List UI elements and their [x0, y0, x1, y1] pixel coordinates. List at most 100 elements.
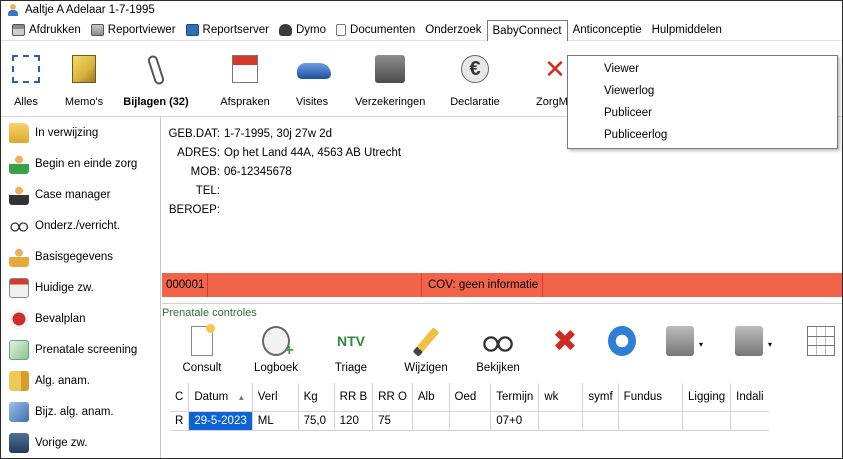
sidebar-item-basisgegevens[interactable]: Basisgegevens	[1, 241, 160, 272]
col-ligging[interactable]: Ligging	[682, 383, 732, 412]
col-termijn[interactable]: Termijn	[490, 383, 540, 412]
glasses-icon	[9, 215, 29, 236]
chevron-down-icon: ▾	[698, 340, 703, 349]
dropdown-item-viewer[interactable]: Viewer	[568, 58, 837, 80]
clock-add-icon	[262, 326, 294, 360]
sidebar-item-prenatale-screening[interactable]: Prenatale screening	[1, 334, 160, 365]
col-fundus[interactable]: Fundus	[618, 383, 684, 412]
pencil-icon	[412, 327, 440, 357]
logboek-button[interactable]: Logboek	[254, 322, 298, 380]
col-datum[interactable]: Datum ▲	[188, 383, 253, 412]
bekijken-button[interactable]: Bekijken	[476, 322, 520, 380]
person-green-icon	[9, 153, 29, 174]
col-verl[interactable]: Verl	[252, 383, 299, 412]
toolbar-bijlagen-button[interactable]: Bijlagen (32)	[123, 47, 189, 115]
cash-register-icon	[375, 55, 405, 83]
col-oed[interactable]: Oed	[449, 383, 492, 412]
euro-icon: €	[461, 55, 489, 83]
prenatal-toolbar: Consult Logboek NTV Triage Wijzigen Beki…	[162, 322, 842, 380]
sidebar-item-onderz-verricht[interactable]: Onderz./verricht.	[1, 210, 160, 241]
menu-hulpmiddelen[interactable]: Hulpmiddelen	[647, 20, 727, 40]
report-icon	[90, 23, 104, 36]
sidebar-item-begin-einde-zorg[interactable]: Begin en einde zorg	[1, 148, 160, 179]
table-row[interactable]: R 29-5-2023 ML 75,0 120 75 07+0	[170, 411, 769, 431]
books-icon	[9, 401, 29, 422]
menu-documenten[interactable]: Documenten	[331, 20, 420, 40]
patient-row-phone: TEL:	[195, 184, 220, 197]
col-alb[interactable]: Alb	[412, 383, 450, 412]
section-title: Prenatale controles	[162, 307, 257, 319]
col-rr-o[interactable]: RR O	[372, 383, 413, 412]
toolbar-alles-button[interactable]: Alles	[11, 47, 41, 115]
prenatal-table: C Datum ▲ Verl Kg RR B RR O Alb Oed Term…	[170, 383, 769, 431]
wijzigen-button[interactable]: Wijzigen	[404, 322, 448, 380]
status-code: 000001	[162, 273, 208, 297]
sidebar-item-alg-anam[interactable]: Alg. anam.	[1, 365, 160, 396]
calendar-icon	[232, 55, 258, 83]
toolbar-visites-button[interactable]: Visites	[296, 47, 331, 115]
col-c[interactable]: C	[170, 383, 190, 412]
toolbar-declaratie-button[interactable]: € Declaratie	[450, 47, 500, 115]
patient-row-mobile: MOB: 06-12345678	[190, 165, 292, 178]
print-icon	[12, 23, 25, 36]
chart-icon	[9, 339, 29, 360]
dropdown-item-publiceerlog[interactable]: Publiceerlog	[568, 124, 837, 146]
person-icon	[9, 246, 29, 267]
memo-icon	[72, 55, 96, 83]
menu-babyconnect[interactable]: BabyConnect	[486, 19, 568, 42]
toolbar-zorgma-button[interactable]: ✕ ZorgMa	[536, 47, 574, 115]
sidebar-item-huidige-zw[interactable]: Huidige zw.	[1, 272, 160, 303]
sort-ascending-icon: ▲	[237, 392, 246, 402]
pregnancy-icon	[9, 432, 29, 453]
dymo-icon	[279, 23, 292, 36]
col-indaling[interactable]: Indali	[730, 383, 769, 412]
server-icon	[185, 23, 199, 36]
triage-button[interactable]: NTV Triage	[334, 322, 368, 380]
sidebar-item-in-verwijzing[interactable]: In verwijzing	[1, 117, 160, 148]
patient-row-occupation: BEROEP:	[168, 203, 220, 216]
delete-button[interactable]: ✖	[551, 322, 579, 380]
menu-bar: Afdrukken Reportviewer Reportserver Dymo…	[1, 19, 842, 42]
sync-button[interactable]	[608, 322, 636, 380]
delete-icon: ✖	[552, 324, 578, 358]
menu-afdrukken[interactable]: Afdrukken	[7, 20, 86, 40]
toolbar-verzekeringen-button[interactable]: Verzekeringen	[355, 47, 425, 115]
printer-icon: ▾	[735, 326, 772, 356]
dropdown-item-publiceer[interactable]: Publiceer	[568, 102, 837, 124]
delete-icon: ✕	[544, 53, 566, 84]
app-user-icon	[7, 4, 19, 16]
main-content: GEB.DAT: 1-7-1995, 30j 27w 2d ADRES: Op he…	[162, 117, 842, 458]
glasses-icon	[482, 326, 514, 356]
col-kg[interactable]: Kg	[298, 383, 335, 412]
dropdown-item-viewerlog[interactable]: Viewerlog	[568, 80, 837, 102]
consult-button[interactable]: Consult	[183, 322, 222, 380]
status-bar: 000001 COV: geen informatie	[162, 273, 842, 297]
col-rr-b[interactable]: RR B	[334, 383, 374, 412]
sidebar-item-case-manager[interactable]: Case manager	[1, 179, 160, 210]
book-icon	[9, 370, 29, 391]
title-bar: Aaltje A Adelaar 1-7-1995	[1, 1, 842, 19]
sidebar-item-vorige-zw[interactable]: Vorige zw.	[1, 427, 160, 458]
person-dark-icon	[9, 184, 29, 205]
toolbar-memos-button[interactable]: Memo's	[65, 47, 103, 115]
table-layout-button[interactable]	[807, 322, 835, 380]
print-button[interactable]: ▾	[735, 322, 772, 380]
menu-anticonceptie[interactable]: Anticonceptie	[568, 20, 647, 40]
sidebar-item-bijz-alg-anam[interactable]: Bijz. alg. anam.	[1, 396, 160, 427]
col-wk[interactable]: wk	[538, 383, 584, 412]
sidebar-item-bevalplan[interactable]: Bevalplan	[1, 303, 160, 334]
menu-dymo[interactable]: Dymo	[274, 20, 331, 40]
print-preview-button[interactable]: ▾	[666, 322, 703, 380]
grid-icon	[807, 326, 835, 356]
menu-onderzoek[interactable]: Onderzoek	[420, 20, 486, 40]
toolbar-afspraken-button[interactable]: Afspraken	[220, 47, 270, 115]
col-symf[interactable]: symf	[582, 383, 619, 412]
main-window: Aaltje A Adelaar 1-7-1995 Afdrukken Repo…	[0, 0, 843, 459]
menu-reportserver[interactable]: Reportserver	[181, 20, 274, 40]
selected-cell[interactable]: 29-5-2023	[188, 411, 253, 431]
calendar-icon	[9, 277, 29, 298]
sidebar: In verwijzing Begin en einde zorg Case m…	[1, 117, 161, 458]
menu-reportviewer[interactable]: Reportviewer	[86, 20, 181, 40]
car-icon	[297, 63, 331, 79]
new-document-icon	[191, 324, 215, 356]
